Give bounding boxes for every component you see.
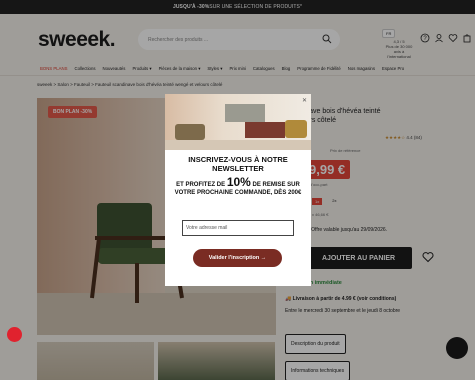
modal-subtitle: ET PROFITEZ DE 10% DE REMISE SUR VOTRE P…: [173, 175, 303, 197]
modal-close-button[interactable]: ✕: [302, 97, 307, 104]
email-placeholder: Votre adresse mail: [186, 225, 228, 231]
modal-hero-image: [165, 94, 311, 150]
living-room-illustration: [165, 104, 311, 150]
chat-icon[interactable]: [446, 337, 468, 359]
subscribe-button[interactable]: Valider l'inscription →: [193, 249, 282, 267]
modal-title: INSCRIVEZ-VOUS À NOTRE NEWSLETTER: [188, 155, 288, 173]
newsletter-modal: ✕ INSCRIVEZ-VOUS À NOTRE NEWSLETTER ET P…: [165, 94, 311, 286]
modal-discount: 10%: [226, 175, 251, 189]
modal-subtitle-pre: ET PROFITEZ DE: [176, 182, 227, 188]
accessibility-icon[interactable]: [7, 327, 22, 342]
email-field[interactable]: Votre adresse mail: [182, 220, 294, 236]
